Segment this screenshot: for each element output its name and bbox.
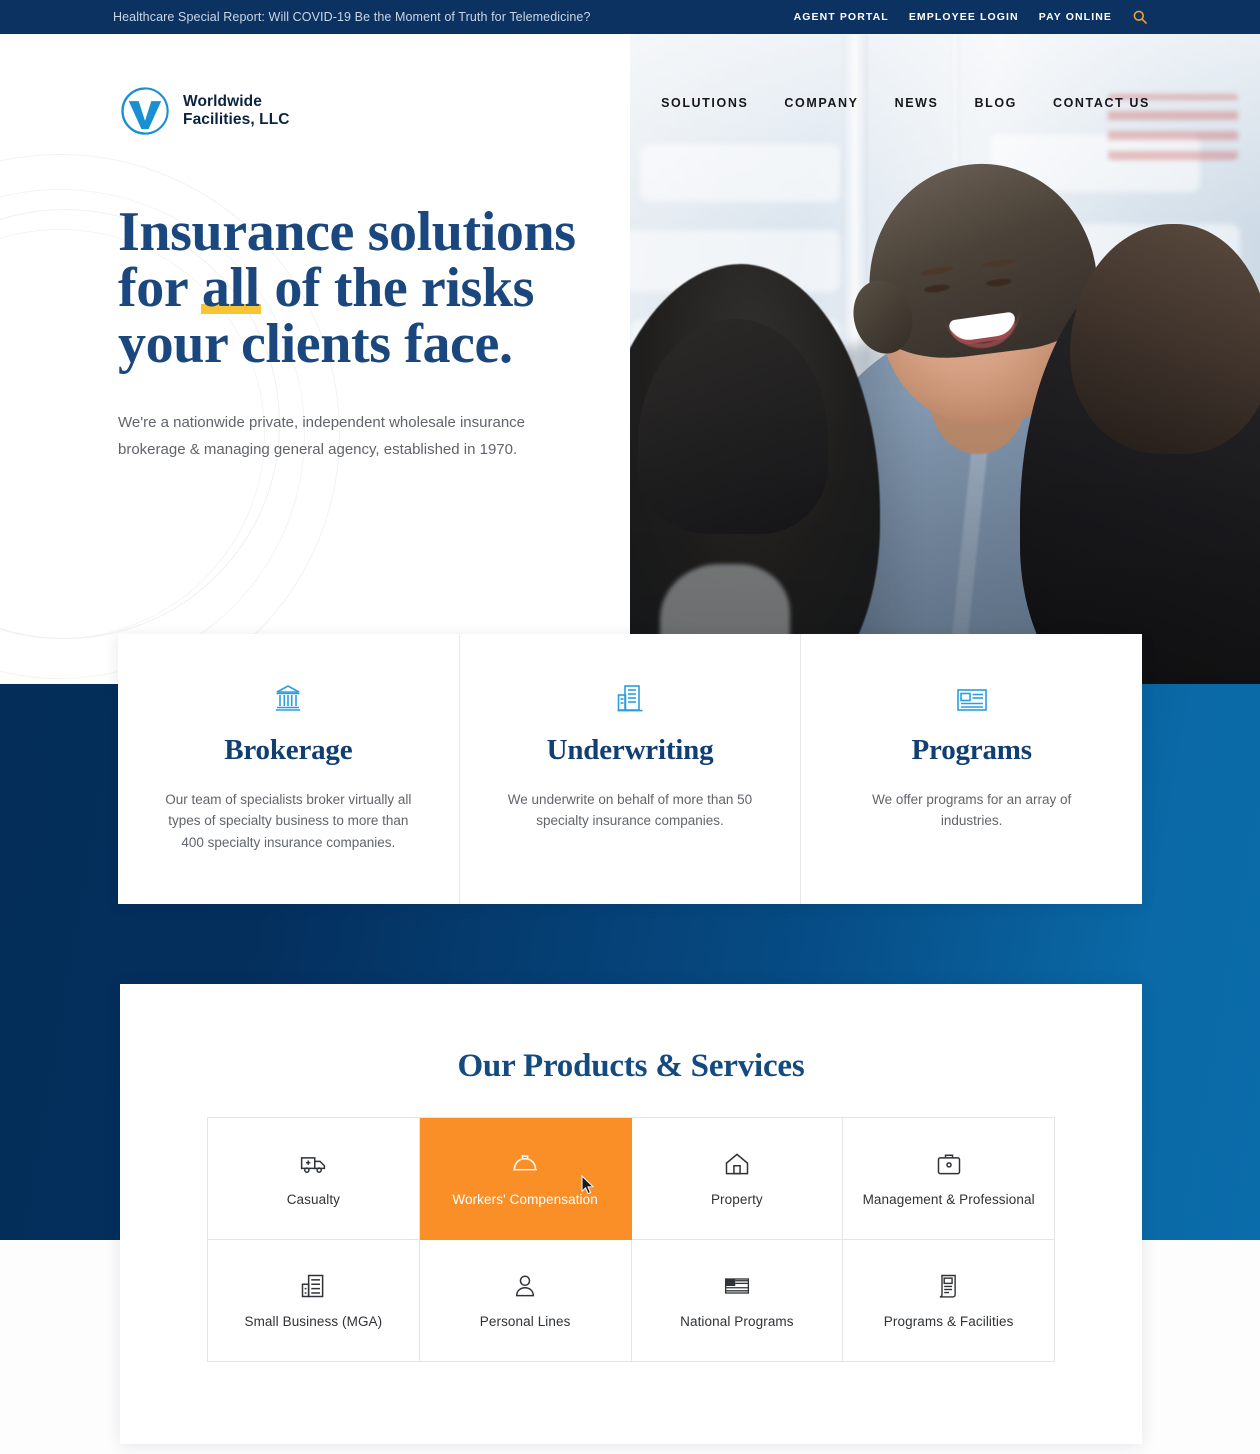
feature-cards: Brokerage Our team of specialists broker…: [118, 634, 1142, 904]
product-tile-personal-lines[interactable]: Personal Lines: [419, 1240, 632, 1362]
person-icon: [511, 1272, 539, 1300]
nav-item-contact-us[interactable]: CONTACT US: [1053, 96, 1150, 110]
product-label: Workers' Compensation: [452, 1192, 598, 1207]
nav-item-company[interactable]: COMPANY: [784, 96, 858, 110]
employee-login-link[interactable]: EMPLOYEE LOGIN: [909, 11, 1019, 23]
product-label: Programs & Facilities: [883, 1314, 1014, 1329]
product-label: Personal Lines: [479, 1314, 571, 1329]
brand-logo[interactable]: Worldwide Facilities, LLC: [118, 84, 290, 138]
hero-copy: Insurance solutions for all of the risks…: [118, 204, 588, 463]
brand-line-2: Facilities, LLC: [183, 111, 290, 128]
house-icon: [723, 1150, 751, 1178]
ambulance-icon: [299, 1150, 327, 1178]
nav-item-news[interactable]: NEWS: [895, 96, 939, 110]
product-tile-programs-facilities[interactable]: Programs & Facilities: [843, 1240, 1055, 1362]
product-label: Casualty: [286, 1192, 341, 1207]
feature-card-brokerage[interactable]: Brokerage Our team of specialists broker…: [118, 634, 460, 904]
feature-title: Programs: [911, 734, 1032, 766]
brand-line-1: Worldwide: [183, 93, 262, 111]
utility-links: AGENT PORTAL EMPLOYEE LOGIN PAY ONLINE: [794, 9, 1148, 25]
hero-subtitle: We're a nationwide private, independent …: [118, 414, 526, 458]
document-building-icon: [935, 1272, 963, 1300]
product-label: Property: [710, 1192, 763, 1207]
product-tile-casualty[interactable]: Casualty: [208, 1118, 420, 1240]
nav-links: SOLUTIONS COMPANY NEWS BLOG CONTACT US: [661, 96, 1150, 110]
briefcase-icon: [935, 1150, 963, 1178]
product-label: Small Business (MGA): [244, 1314, 383, 1329]
search-icon[interactable]: [1132, 9, 1148, 25]
brand-text: Worldwide Facilities, LLC: [183, 93, 290, 129]
product-tile-management-professional[interactable]: Management & Professional: [843, 1118, 1055, 1240]
hero-image: [630, 34, 1260, 684]
products-services-card: Our Products & Services Casualty Workers…: [120, 984, 1142, 1444]
product-tile-national-programs[interactable]: National Programs: [631, 1240, 844, 1362]
product-label: Management & Professional: [862, 1192, 1035, 1207]
nav-item-solutions[interactable]: SOLUTIONS: [661, 96, 748, 110]
main-navigation: Worldwide Facilities, LLC SOLUTIONS COMP…: [0, 34, 1260, 135]
homepage: Healthcare Special Report: Will COVID-19…: [0, 0, 1260, 1454]
page-title: Insurance solutions for all of the risks…: [118, 204, 588, 372]
products-title: Our Products & Services: [457, 1048, 805, 1084]
utility-topbar: Healthcare Special Report: Will COVID-19…: [0, 0, 1260, 34]
feature-desc: Our team of specialists broker virtually…: [165, 792, 412, 850]
feature-desc: We underwrite on behalf of more than 50 …: [507, 792, 753, 829]
bank-columns-icon: [144, 682, 433, 712]
feature-title: Brokerage: [224, 734, 353, 766]
agent-portal-link[interactable]: AGENT PORTAL: [794, 11, 889, 23]
id-card-icon: [827, 682, 1116, 712]
nav-item-blog[interactable]: BLOG: [974, 96, 1017, 110]
product-tile-workers-compensation[interactable]: Workers' Compensation: [419, 1118, 632, 1240]
news-ticker-link[interactable]: Healthcare Special Report: Will COVID-19…: [113, 10, 591, 24]
w-circle-logo-icon: [118, 84, 172, 138]
hero-title-highlight: all: [200, 257, 261, 319]
feature-card-programs[interactable]: Programs We offer programs for an array …: [801, 634, 1142, 904]
hard-hat-icon: [511, 1150, 539, 1178]
feature-desc: We offer programs for an array of indust…: [872, 792, 1072, 829]
product-label: National Programs: [680, 1314, 794, 1329]
feature-title: Underwriting: [546, 734, 714, 766]
products-grid: Casualty Workers' Compensation Property …: [207, 1117, 1055, 1362]
product-tile-property[interactable]: Property: [631, 1118, 844, 1240]
building-icon: [299, 1272, 327, 1300]
feature-card-underwriting[interactable]: Underwriting We underwrite on behalf of …: [460, 634, 802, 904]
product-tile-small-business-mga[interactable]: Small Business (MGA): [208, 1240, 420, 1362]
flag-icon: [723, 1272, 751, 1300]
pay-online-link[interactable]: PAY ONLINE: [1039, 11, 1112, 23]
office-building-icon: [486, 682, 775, 712]
